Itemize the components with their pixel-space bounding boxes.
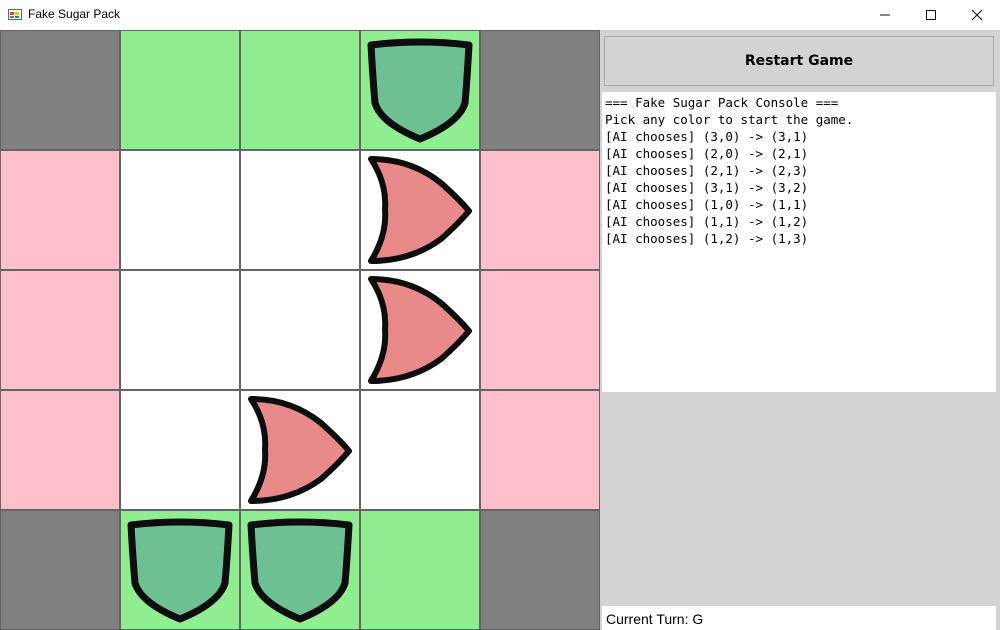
close-icon bbox=[971, 9, 983, 21]
board-cell-3-3[interactable] bbox=[361, 391, 479, 509]
console-line: [AI chooses] (1,1) -> (1,2) bbox=[605, 214, 809, 229]
board-cell-1-4[interactable] bbox=[481, 151, 599, 269]
board-cell-1-0[interactable] bbox=[1, 151, 119, 269]
app-icon bbox=[8, 9, 22, 20]
board-cell-2-4[interactable] bbox=[481, 271, 599, 389]
board-cell-2-3[interactable] bbox=[361, 271, 479, 389]
board-cell-4-1[interactable] bbox=[121, 511, 239, 629]
console-line: [AI chooses] (2,1) -> (2,3) bbox=[605, 163, 809, 178]
maximize-button[interactable] bbox=[908, 0, 954, 30]
red-arrow-piece[interactable] bbox=[241, 391, 359, 509]
green-shield-piece[interactable] bbox=[121, 511, 239, 629]
board-cell-3-4[interactable] bbox=[481, 391, 599, 509]
board-cell-3-0[interactable] bbox=[1, 391, 119, 509]
restart-game-button[interactable]: Restart Game bbox=[604, 36, 994, 86]
board-cell-4-0[interactable] bbox=[1, 511, 119, 629]
board-cell-0-0[interactable] bbox=[1, 31, 119, 149]
minimize-icon bbox=[880, 14, 890, 16]
board-cell-4-3[interactable] bbox=[361, 511, 479, 629]
board-cell-0-3[interactable] bbox=[361, 31, 479, 149]
window-title: Fake Sugar Pack bbox=[28, 7, 121, 21]
red-arrow-piece[interactable] bbox=[361, 271, 479, 389]
board-cell-2-2[interactable] bbox=[241, 271, 359, 389]
board-cell-1-3[interactable] bbox=[361, 151, 479, 269]
close-button[interactable] bbox=[954, 0, 1000, 30]
console-output: === Fake Sugar Pack Console === Pick any … bbox=[602, 92, 996, 392]
board-cell-3-2[interactable] bbox=[241, 391, 359, 509]
board-cell-2-0[interactable] bbox=[1, 271, 119, 389]
maximize-icon bbox=[926, 10, 936, 20]
board-cell-0-2[interactable] bbox=[241, 31, 359, 149]
red-arrow-piece[interactable] bbox=[361, 151, 479, 269]
board-cell-4-2[interactable] bbox=[241, 511, 359, 629]
green-shield-piece[interactable] bbox=[241, 511, 359, 629]
board-cell-3-1[interactable] bbox=[121, 391, 239, 509]
console-line: [AI chooses] (1,0) -> (1,1) bbox=[605, 197, 809, 212]
green-shield-piece[interactable] bbox=[361, 31, 479, 149]
console-line: [AI chooses] (1,2) -> (1,3) bbox=[605, 231, 809, 246]
board-cell-2-1[interactable] bbox=[121, 271, 239, 389]
game-board bbox=[0, 30, 600, 630]
board-cell-0-4[interactable] bbox=[481, 31, 599, 149]
console-line: [AI chooses] (3,1) -> (3,2) bbox=[605, 180, 809, 195]
console-line: [AI chooses] (2,0) -> (2,1) bbox=[605, 146, 809, 161]
status-bar: Current Turn: G bbox=[602, 606, 996, 630]
console-line: [AI chooses] (3,0) -> (3,1) bbox=[605, 129, 809, 144]
side-panel: Restart Game === Fake Sugar Pack Console… bbox=[600, 30, 1000, 630]
console-line: === Fake Sugar Pack Console === bbox=[605, 95, 839, 110]
board-cell-1-2[interactable] bbox=[241, 151, 359, 269]
board-cell-1-1[interactable] bbox=[121, 151, 239, 269]
board-cell-0-1[interactable] bbox=[121, 31, 239, 149]
minimize-button[interactable] bbox=[862, 0, 908, 30]
title-bar: Fake Sugar Pack bbox=[0, 0, 1000, 30]
board-cell-4-4[interactable] bbox=[481, 511, 599, 629]
current-turn-label: Current Turn: G bbox=[606, 611, 704, 627]
console-line: Pick any color to start the game. bbox=[605, 112, 854, 127]
